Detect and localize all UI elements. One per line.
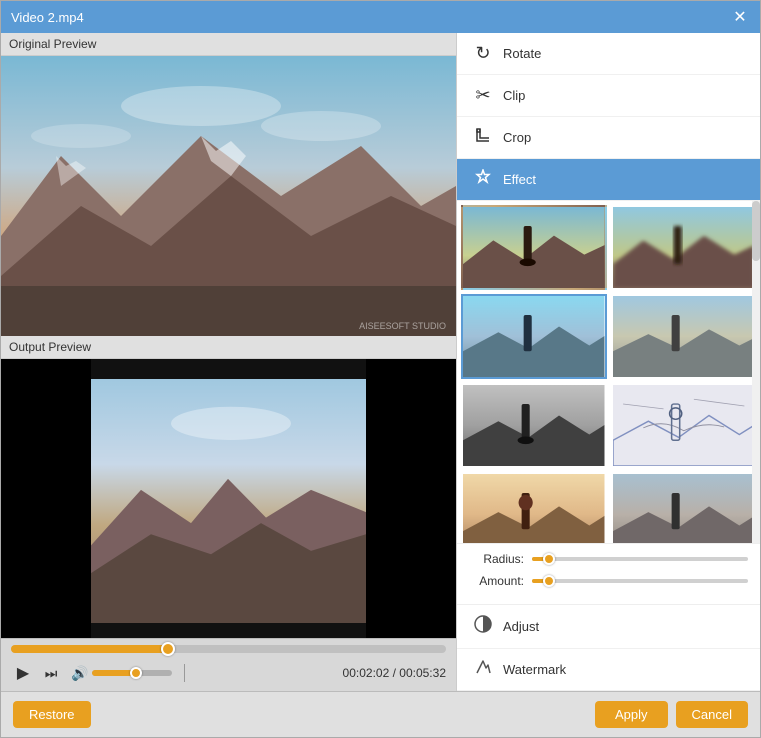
apply-button[interactable]: Apply — [595, 701, 668, 728]
restore-button[interactable]: Restore — [13, 701, 91, 728]
playback-row: ▶ ⏭ 🔊 00:02:02 / 00:05:32 — [11, 661, 446, 685]
original-preview-label: Original Preview — [1, 33, 456, 56]
original-preview-image — [1, 56, 456, 336]
time-current: 00:02:02 — [343, 666, 390, 680]
volume-section: 🔊 — [71, 665, 172, 682]
effect-thumb-8[interactable] — [611, 472, 757, 543]
radius-thumb[interactable] — [543, 553, 555, 565]
menu-label-effect: Effect — [503, 172, 536, 187]
crop-icon — [473, 127, 493, 148]
scrollbar-thumb[interactable] — [752, 201, 760, 261]
black-bar-right — [366, 359, 456, 638]
bottom-menu-items: Adjust Watermark — [457, 604, 760, 691]
action-buttons: Apply Cancel — [595, 701, 748, 728]
bottom-bar: Restore Apply Cancel — [1, 691, 760, 737]
volume-slider[interactable] — [92, 670, 172, 676]
cancel-button[interactable]: Cancel — [676, 701, 748, 728]
left-panel: Original Preview — [1, 33, 456, 691]
output-preview-label: Output Preview — [1, 336, 456, 359]
menu-item-rotate[interactable]: ↻ Rotate — [457, 33, 760, 75]
video-watermark: AISEESOFT STUDIO — [359, 321, 446, 331]
radius-slider[interactable] — [532, 557, 748, 561]
divider — [184, 664, 185, 682]
right-panel: ↻ Rotate ✂ Clip Crop — [456, 33, 760, 691]
effects-grid — [457, 201, 760, 543]
menu-item-watermark[interactable]: Watermark — [457, 649, 760, 691]
menu-label-rotate: Rotate — [503, 46, 541, 61]
adjust-icon — [473, 615, 493, 638]
progress-bar[interactable] — [11, 645, 446, 653]
output-preview — [1, 359, 456, 638]
menu-list: ↻ Rotate ✂ Clip Crop — [457, 33, 760, 201]
effect-thumb-5[interactable] — [461, 383, 607, 468]
output-preview-section: Output Preview — [1, 336, 456, 638]
effect-thumb-4[interactable] — [611, 294, 757, 379]
window-title: Video 2.mp4 — [11, 10, 84, 25]
output-video-center — [91, 379, 366, 623]
black-bar-left — [1, 359, 91, 638]
time-display: 00:02:02 / 00:05:32 — [343, 666, 446, 680]
skip-forward-button[interactable]: ⏭ — [41, 663, 61, 683]
effect-thumb-3[interactable] — [461, 294, 607, 379]
scrollbar-track — [752, 201, 760, 543]
effect-thumb-1[interactable] — [461, 205, 607, 290]
controls-bar: ▶ ⏭ 🔊 00:02:02 / 00:05:32 — [1, 638, 456, 691]
menu-label-crop: Crop — [503, 130, 531, 145]
effect-thumb-2[interactable] — [611, 205, 757, 290]
progress-thumb[interactable] — [161, 642, 175, 656]
sliders-section: Radius: Amount: — [457, 543, 760, 604]
app-window: Video 2.mp4 ✕ Original Preview — [0, 0, 761, 738]
play-button[interactable]: ▶ — [11, 661, 35, 685]
radius-label: Radius: — [469, 552, 524, 566]
volume-icon: 🔊 — [71, 665, 88, 682]
effect-icon — [473, 169, 493, 190]
progress-fill — [11, 645, 168, 653]
effect-thumb-6[interactable] — [611, 383, 757, 468]
amount-slider-row: Amount: — [469, 574, 748, 588]
menu-label-watermark: Watermark — [503, 662, 566, 677]
menu-item-adjust[interactable]: Adjust — [457, 605, 760, 649]
titlebar: Video 2.mp4 ✕ — [1, 1, 760, 33]
menu-label-adjust: Adjust — [503, 619, 539, 634]
radius-slider-row: Radius: — [469, 552, 748, 566]
original-preview: AISEESOFT STUDIO — [1, 56, 456, 336]
clip-icon: ✂ — [473, 85, 493, 106]
amount-thumb[interactable] — [543, 575, 555, 587]
amount-label: Amount: — [469, 574, 524, 588]
watermark-icon — [473, 659, 493, 680]
rotate-icon: ↻ — [473, 43, 493, 64]
menu-label-clip: Clip — [503, 88, 525, 103]
volume-thumb[interactable] — [130, 667, 142, 679]
main-content: Original Preview — [1, 33, 760, 691]
menu-item-effect[interactable]: Effect — [457, 159, 760, 201]
close-button[interactable]: ✕ — [730, 7, 750, 27]
effect-thumb-7[interactable] — [461, 472, 607, 543]
menu-item-clip[interactable]: ✂ Clip — [457, 75, 760, 117]
amount-slider[interactable] — [532, 579, 748, 583]
menu-item-crop[interactable]: Crop — [457, 117, 760, 159]
time-total: 00:05:32 — [399, 666, 446, 680]
